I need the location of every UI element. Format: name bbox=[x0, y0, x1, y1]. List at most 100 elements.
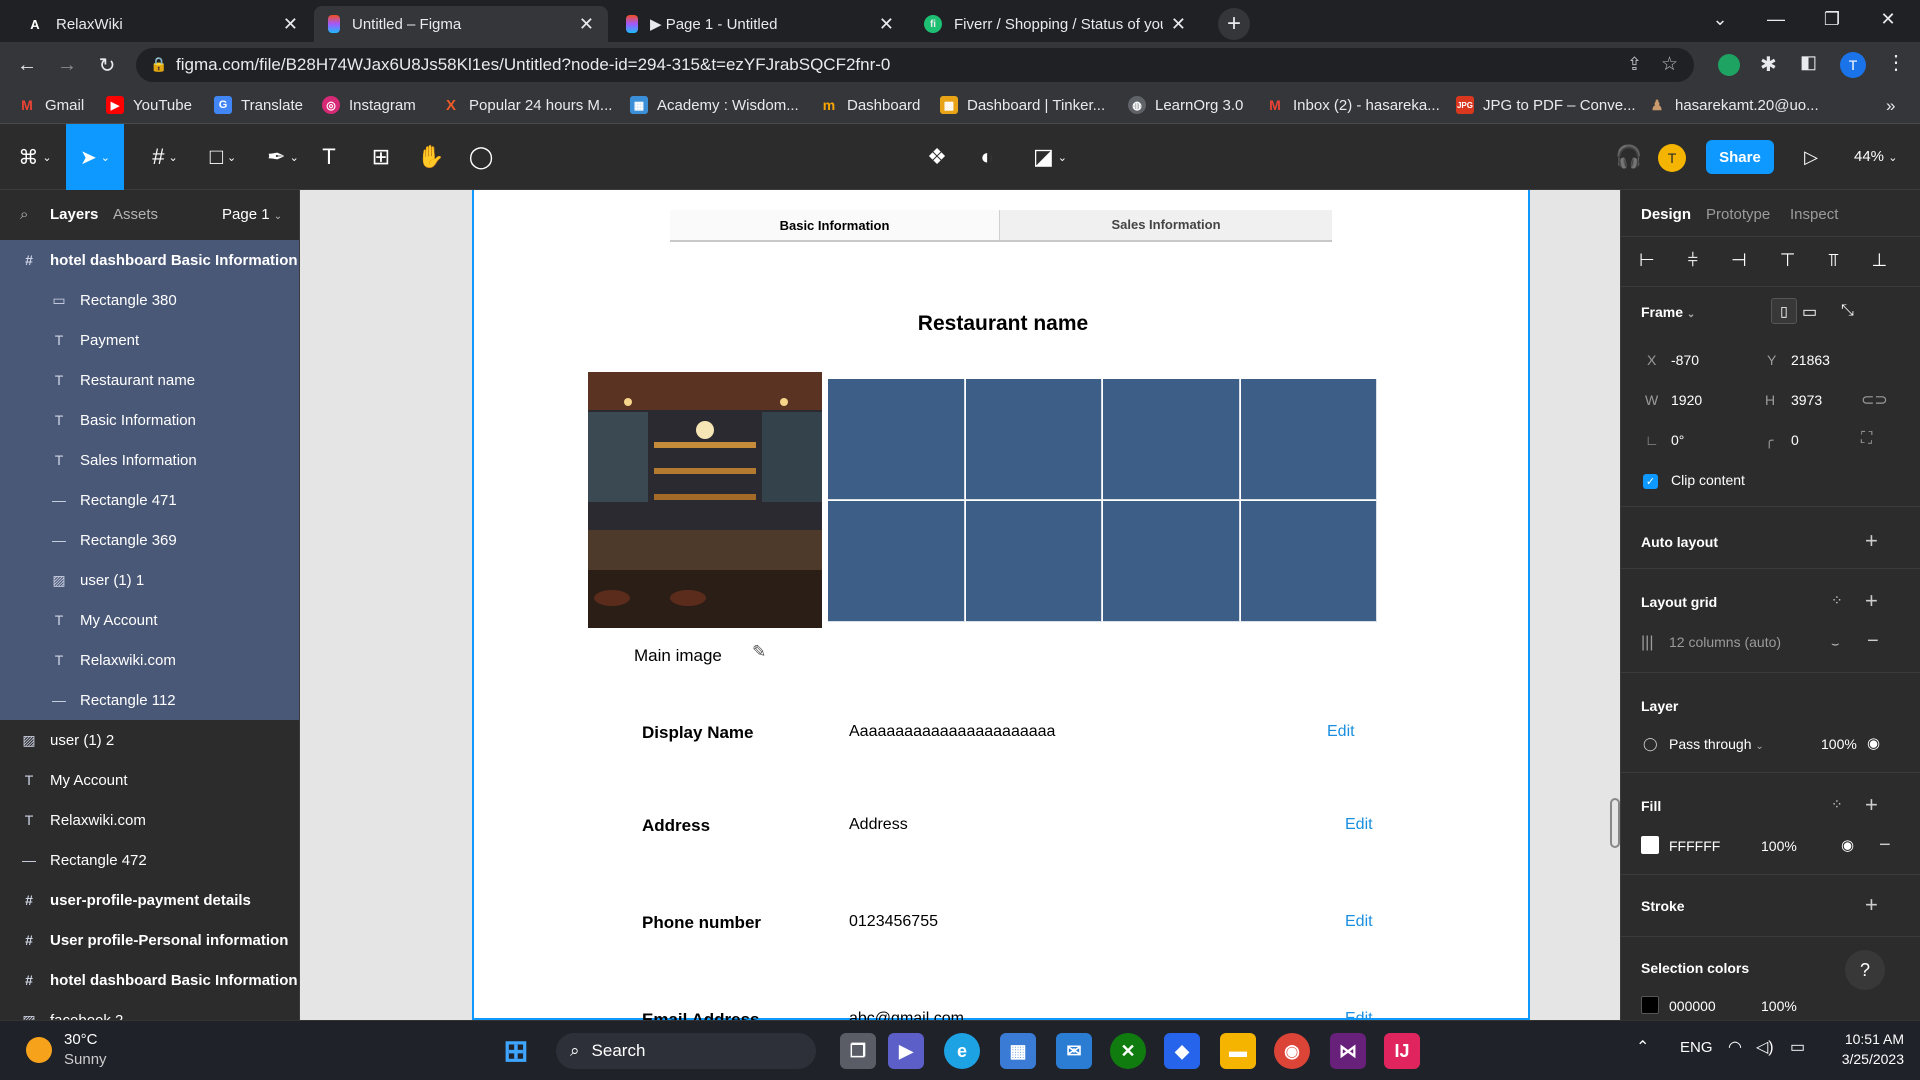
canvas-scrollbar[interactable] bbox=[1610, 798, 1620, 848]
x-input[interactable]: -870 bbox=[1671, 352, 1699, 368]
window-close-icon[interactable]: ✕ bbox=[1860, 0, 1916, 38]
grid-styles-icon[interactable]: ⁘ bbox=[1831, 592, 1843, 609]
hidden-eye-icon[interactable]: ⌣ bbox=[1831, 636, 1840, 652]
selection-color-hex[interactable]: 000000 bbox=[1669, 998, 1716, 1014]
layer-row[interactable]: T Sales Information bbox=[0, 440, 299, 480]
gallery-image-slot[interactable] bbox=[1103, 501, 1240, 622]
layer-opacity-input[interactable]: 100% bbox=[1821, 736, 1857, 752]
blend-mode-dropdown[interactable]: Pass through ⌄ bbox=[1669, 736, 1764, 752]
bookmark-gmail[interactable]: M Gmail bbox=[18, 96, 84, 114]
text-tool-icon[interactable]: T bbox=[304, 124, 354, 190]
comment-tool-icon[interactable]: ◯ bbox=[456, 124, 506, 190]
minimize-icon[interactable]: — bbox=[1748, 0, 1804, 38]
fill-opacity-input[interactable]: 100% bbox=[1761, 838, 1797, 854]
layer-row[interactable]: T Basic Information bbox=[0, 400, 299, 440]
portrait-orientation-icon[interactable]: ▯ bbox=[1771, 298, 1797, 324]
tab-sales-information[interactable]: Sales Information bbox=[1000, 210, 1332, 238]
close-icon[interactable]: ✕ bbox=[283, 14, 298, 35]
xbox-icon[interactable]: ✕ bbox=[1110, 1033, 1146, 1069]
radius-input[interactable]: 0 bbox=[1791, 432, 1799, 448]
independent-corners-icon[interactable]: ⛶ bbox=[1861, 430, 1872, 448]
bookmark-email[interactable]: ♟ hasarekamt.20@uo... bbox=[1648, 96, 1819, 114]
bookmark-inbox[interactable]: M Inbox (2) - hasareka... bbox=[1266, 96, 1440, 114]
edit-link[interactable]: Edit bbox=[1345, 1010, 1373, 1020]
weather-sun-icon[interactable] bbox=[26, 1037, 52, 1063]
hand-tool-icon[interactable]: ✋ bbox=[406, 124, 456, 190]
file-explorer-icon[interactable]: ▬ bbox=[1220, 1033, 1256, 1069]
add-fill-plus-icon[interactable]: + bbox=[1865, 792, 1878, 818]
gallery-image-slot[interactable] bbox=[828, 501, 965, 622]
clock-date[interactable]: 3/25/2023 bbox=[1828, 1051, 1904, 1067]
alignment-icons[interactable]: ⊢ ⫩ ⊣ ⊤ ⫪ ⊥ ⫼ bbox=[1639, 250, 1920, 271]
rotation-input[interactable]: 0° bbox=[1671, 432, 1684, 448]
gallery-image-slot[interactable] bbox=[1240, 379, 1377, 500]
resize-to-fit-icon[interactable]: ⤡ bbox=[1841, 302, 1854, 320]
tab-figma-untitled[interactable]: Untitled – Figma ✕ bbox=[314, 6, 608, 42]
layer-row[interactable]: — Rectangle 471 bbox=[0, 480, 299, 520]
components-icon[interactable]: ❖ bbox=[912, 124, 962, 190]
layer-row[interactable]: # user-profile-payment details bbox=[0, 880, 299, 920]
bookmarks-overflow-icon[interactable]: » bbox=[1886, 96, 1895, 116]
share-button[interactable]: Share bbox=[1706, 140, 1774, 174]
layer-row[interactable]: T Relaxwiki.com bbox=[0, 640, 299, 680]
remove-fill-minus-icon[interactable]: − bbox=[1879, 834, 1891, 857]
edit-link[interactable]: Edit bbox=[1345, 913, 1373, 931]
landscape-orientation-icon[interactable]: ▭ bbox=[1802, 302, 1817, 322]
bookmark-star-icon[interactable]: ☆ bbox=[1661, 53, 1678, 76]
tab-search-chevron-icon[interactable]: ⌄ bbox=[1692, 0, 1748, 38]
extension-grammarly-icon[interactable] bbox=[1718, 54, 1740, 76]
fill-hex-input[interactable]: FFFFFF bbox=[1669, 838, 1720, 854]
layer-row[interactable]: # hotel dashboard Basic Information bbox=[0, 960, 299, 1000]
copilot-app-icon[interactable]: ◆ bbox=[1164, 1033, 1200, 1069]
volume-icon[interactable]: ◁) bbox=[1756, 1037, 1774, 1057]
tab-page1-untitled[interactable]: ▶ Page 1 - Untitled ✕ bbox=[612, 6, 908, 42]
layer-row[interactable]: ▨ user (1) 2 bbox=[0, 720, 299, 760]
tab-inspect[interactable]: Inspect bbox=[1790, 206, 1838, 223]
task-view-icon[interactable]: ❐ bbox=[840, 1033, 876, 1069]
gallery-image-slot[interactable] bbox=[1240, 501, 1377, 622]
share-page-icon[interactable]: ⇪ bbox=[1627, 54, 1642, 75]
bookmark-jpg-to-pdf[interactable]: JPG JPG to PDF – Conve... bbox=[1456, 96, 1636, 114]
url-field[interactable]: 🔒 figma.com/file/B28H74WJax6U8Js58Kl1es/… bbox=[136, 48, 1694, 82]
design-canvas[interactable]: Basic Information Sales Information Rest… bbox=[300, 190, 1620, 1020]
clock-time[interactable]: 10:51 AM bbox=[1838, 1031, 1904, 1047]
close-icon[interactable]: ✕ bbox=[579, 14, 594, 35]
visual-studio-icon[interactable]: ⋈ bbox=[1330, 1033, 1366, 1069]
bookmark-translate[interactable]: G Translate bbox=[214, 96, 303, 114]
zoom-dropdown[interactable]: 44% ⌄ bbox=[1854, 148, 1897, 165]
edit-link[interactable]: Edit bbox=[1345, 816, 1373, 834]
weather-temp[interactable]: 30°C bbox=[64, 1031, 98, 1048]
boolean-ops-icon[interactable]: ◪ ⌄ bbox=[1018, 124, 1082, 190]
microsoft-store-icon[interactable]: ▦ bbox=[1000, 1033, 1036, 1069]
contrast-mask-icon[interactable]: ◐ bbox=[962, 124, 1012, 190]
add-stroke-plus-icon[interactable]: + bbox=[1865, 892, 1878, 918]
tab-fiverr[interactable]: fi Fiverr / Shopping / Status of your ✕ bbox=[910, 6, 1200, 42]
back-arrow-icon[interactable]: ← bbox=[12, 50, 42, 80]
bookmark-popular[interactable]: X Popular 24 hours M... bbox=[442, 96, 612, 114]
tab-design[interactable]: Design bbox=[1641, 206, 1691, 223]
shape-tool-icon[interactable]: □ ⌄ bbox=[194, 124, 252, 190]
layer-row[interactable]: ▨ facebook 2 bbox=[0, 1000, 299, 1021]
layer-row[interactable]: T My Account bbox=[0, 760, 299, 800]
layer-row[interactable]: T Payment bbox=[0, 320, 299, 360]
teams-chat-icon[interactable]: ▶ bbox=[888, 1033, 924, 1069]
main-image[interactable] bbox=[588, 372, 822, 628]
language-indicator[interactable]: ENG bbox=[1680, 1039, 1713, 1056]
layer-row[interactable]: # User profile-Personal information bbox=[0, 920, 299, 960]
restore-icon[interactable]: ❐ bbox=[1804, 0, 1860, 38]
resources-tool-icon[interactable]: ⊞ bbox=[356, 124, 406, 190]
taskbar-search[interactable]: ⌕ Search bbox=[556, 1033, 816, 1069]
layer-row[interactable]: T My Account bbox=[0, 600, 299, 640]
browser-menu-icon[interactable]: ⋮ bbox=[1886, 50, 1906, 75]
bookmark-dashboard[interactable]: m Dashboard bbox=[820, 96, 921, 114]
bookmark-academy[interactable]: ▦ Academy : Wisdom... bbox=[630, 96, 799, 114]
bookmark-learnorg[interactable]: ◍ LearnOrg 3.0 bbox=[1128, 96, 1243, 114]
gallery-image-slot[interactable] bbox=[828, 379, 965, 500]
hotel-dashboard-frame[interactable]: Basic Information Sales Information Rest… bbox=[472, 190, 1530, 1020]
move-tool-icon[interactable]: ➤ ⌄ bbox=[66, 124, 124, 190]
tab-prototype[interactable]: Prototype bbox=[1706, 206, 1770, 223]
layer-row[interactable]: T Restaurant name bbox=[0, 360, 299, 400]
bookmark-youtube[interactable]: ▶ YouTube bbox=[106, 96, 192, 114]
tab-relaxwiki[interactable]: A RelaxWiki ✕ bbox=[12, 6, 312, 42]
layer-row[interactable]: T Relaxwiki.com bbox=[0, 800, 299, 840]
